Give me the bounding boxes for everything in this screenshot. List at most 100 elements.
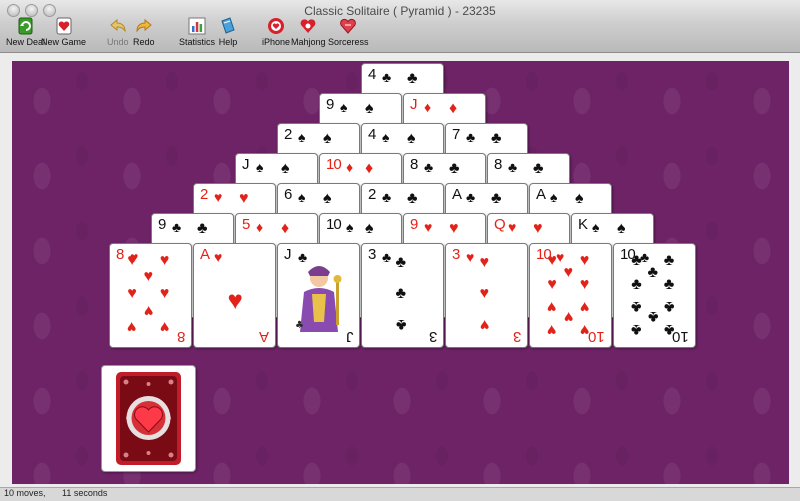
card-pip-icon: ♣ [647,263,659,281]
card-pip-icon: ♥ [127,284,137,302]
card-rank: 10 [326,216,342,233]
card-pip-icon: ♠ [323,190,332,207]
card-rank: 9 [410,216,418,233]
card-suit-icon: ♠ [298,129,306,145]
iphone-button[interactable]: iPhone [262,16,290,47]
card-suit-icon: ♣ [424,159,434,175]
svg-text:♣: ♣ [295,320,304,331]
iphone-label: iPhone [262,37,291,47]
card-pip-icon: ♥ [227,284,243,315]
card-rank: 2 [284,126,292,143]
help-button[interactable]: Help [218,16,238,47]
card-A-red[interactable]: A ♥ ♥ A [193,243,276,348]
card-rank-bottom: 10 [588,328,605,345]
status-bar: 10 moves, 11 seconds [0,487,800,501]
card-10-red[interactable]: 10 ♥ ♥ ♥ ♥ ♥ ♥ ♥ ♥ ♥ ♥ ♥ 10 [529,243,612,348]
card-rank: J [410,96,417,113]
help-label: Help [218,37,238,47]
new-deal-icon [16,16,36,36]
card-pip-icon: ♥ [533,220,543,237]
card-suit-icon: ♥ [424,219,433,235]
card-3-red[interactable]: 3 ♥ ♥ ♥ ♥ 3 [445,243,528,348]
card-rank: 9 [158,216,166,233]
mahjong-button[interactable]: Mahjong [291,16,326,47]
moves-count: 10 moves, [4,488,46,498]
card-suit-icon: ♣ [466,189,476,205]
card-rank: A [452,186,462,203]
card-pip-icon: ♣ [407,190,418,207]
statistics-button[interactable]: Statistics [179,16,215,47]
card-pip-icon: ♠ [281,160,290,177]
card-pip-icon: ♥ [579,251,590,269]
card-rank-bottom: 3 [428,328,437,345]
card-pip-icon: ♥ [547,320,557,338]
card-pip-icon: ♥ [479,316,490,334]
card-rank: 6 [284,186,292,203]
help-book-icon [218,16,238,36]
elapsed-time: 11 seconds [62,488,108,498]
card-3-black[interactable]: 3 ♣ ♣ ♣ ♣ 3 [361,243,444,348]
card-10-black[interactable]: 10 ♣ ♣ ♣ ♣ ♣ ♣ ♣ ♣ ♣ ♣ ♣ 10 [613,243,696,348]
card-pip-icon: ♥ [547,251,557,269]
card-8-red[interactable]: 8 ♥ ♥ ♥ ♥ ♥ ♥ ♥ ♥ ♥ 8 [109,243,192,348]
card-pip-icon: ♥ [449,220,459,237]
card-rank: Q [494,216,506,233]
card-pip-icon: ♥ [127,251,137,269]
card-suit-icon: ♠ [382,129,390,145]
card-suit-icon: ♥ [466,249,475,265]
card-rank: K [578,216,588,233]
undo-label: Undo [107,37,129,47]
card-pip-icon: ♦ [449,100,458,117]
card-J-black[interactable]: J ♣ ♣ J [277,243,360,348]
card-suit-icon: ♠ [592,219,600,235]
card-pip-icon: ♣ [395,284,407,302]
card-suit-icon: ♣ [508,159,518,175]
redo-button[interactable]: Redo [133,16,155,47]
card-suit-icon: ♦ [256,219,264,235]
card-pip-icon: ♥ [127,318,137,336]
card-suit-icon: ♠ [256,159,264,175]
heart-card-back-icon [116,372,181,465]
new-deal-button[interactable]: New Deal [6,16,45,47]
stock-pile[interactable] [101,365,196,472]
card-rank: 3 [452,246,460,263]
card-pip-icon: ♦ [365,160,374,177]
card-suit-icon: ♥ [214,189,223,205]
mahjong-label: Mahjong [291,37,326,47]
card-suit-icon: ♦ [424,99,432,115]
mahjong-heart-icon [298,16,318,36]
undo-button[interactable]: Undo [107,16,129,47]
card-pip-icon: ♣ [407,70,418,87]
card-rank: 10 [326,156,342,173]
card-suit-icon: ♠ [550,189,558,205]
card-pip-icon: ♥ [563,308,574,326]
card-suit-icon: ♥ [508,219,517,235]
card-rank: J [242,156,249,173]
card-rank-bottom: A [258,328,269,345]
card-rank: 8 [494,156,502,173]
card-rank: 2 [368,186,376,203]
card-pip-icon: ♣ [631,276,642,294]
card-pip-icon: ♦ [281,220,290,237]
card-rank-bottom: 8 [176,328,185,345]
iphone-heart-icon [266,16,286,36]
card-pip-icon: ♣ [395,253,407,271]
new-game-icon [54,16,74,36]
card-rank: 3 [368,246,376,263]
card-pip-icon: ♣ [647,308,659,326]
card-suit-icon: ♣ [382,249,392,265]
card-pip-icon: ♣ [491,130,502,147]
card-pip-icon: ♣ [663,251,675,269]
card-rank: 4 [368,126,376,143]
card-suit-icon: ♥ [214,249,223,265]
card-pip-icon: ♣ [631,251,642,269]
card-pip-icon: ♥ [579,276,590,294]
new-deal-label: New Deal [6,37,46,47]
card-rank: 5 [242,216,250,233]
sorceress-label: Sorceress [328,37,369,47]
new-game-button[interactable]: New Game [41,16,86,47]
card-pip-icon: ♥ [479,253,490,271]
sorceress-button[interactable]: Sorceress [328,16,369,47]
card-pip-icon: ♠ [407,130,416,147]
card-rank: A [536,186,546,203]
